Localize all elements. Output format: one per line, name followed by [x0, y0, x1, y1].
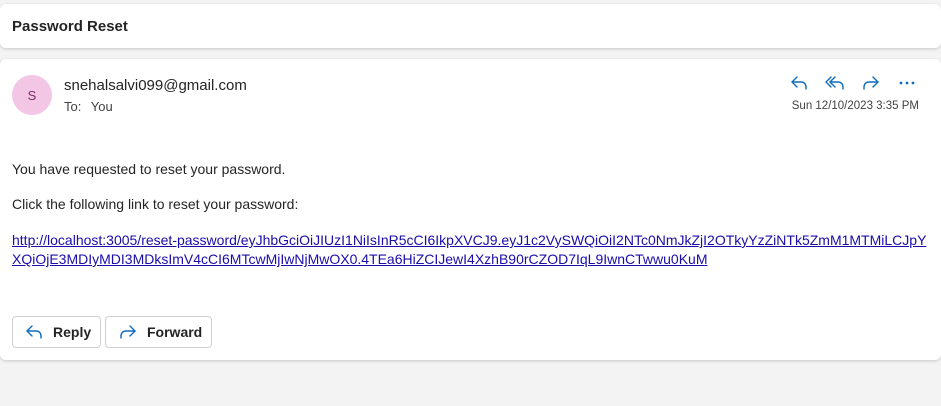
recipient-line: To: You — [64, 99, 113, 114]
subject-bar: Password Reset — [0, 4, 941, 48]
reply-icon — [26, 325, 42, 339]
reply-all-icon — [825, 76, 844, 90]
avatar[interactable]: S — [12, 75, 52, 115]
reply-icon — [791, 76, 807, 90]
reply-action-button[interactable] — [781, 71, 817, 95]
forward-button[interactable]: Forward — [105, 316, 212, 348]
message-card: S snehalsalvi099@gmail.com To: You Sun 1… — [0, 59, 941, 360]
recipient-name[interactable]: You — [91, 99, 113, 114]
sender-email[interactable]: snehalsalvi099@gmail.com — [64, 77, 247, 94]
forward-icon — [863, 76, 879, 90]
message-actions — [781, 71, 925, 95]
to-label: To: — [64, 99, 82, 114]
forward-action-button[interactable] — [853, 71, 889, 95]
reset-password-link[interactable]: http://localhost:3005/reset-password/eyJ… — [12, 231, 927, 269]
reply-button[interactable]: Reply — [12, 316, 101, 348]
message-timestamp: Sun 12/10/2023 3:35 PM — [791, 100, 919, 112]
more-icon — [899, 81, 915, 85]
forward-icon — [120, 325, 136, 339]
reply-all-action-button[interactable] — [817, 71, 853, 95]
body-line-2: Click the following link to reset your p… — [12, 196, 299, 212]
reply-button-label: Reply — [53, 324, 92, 340]
body-line-1: You have requested to reset your passwor… — [12, 161, 286, 177]
forward-button-label: Forward — [147, 324, 203, 340]
more-actions-button[interactable] — [889, 71, 925, 95]
subject-title: Password Reset — [12, 17, 128, 35]
